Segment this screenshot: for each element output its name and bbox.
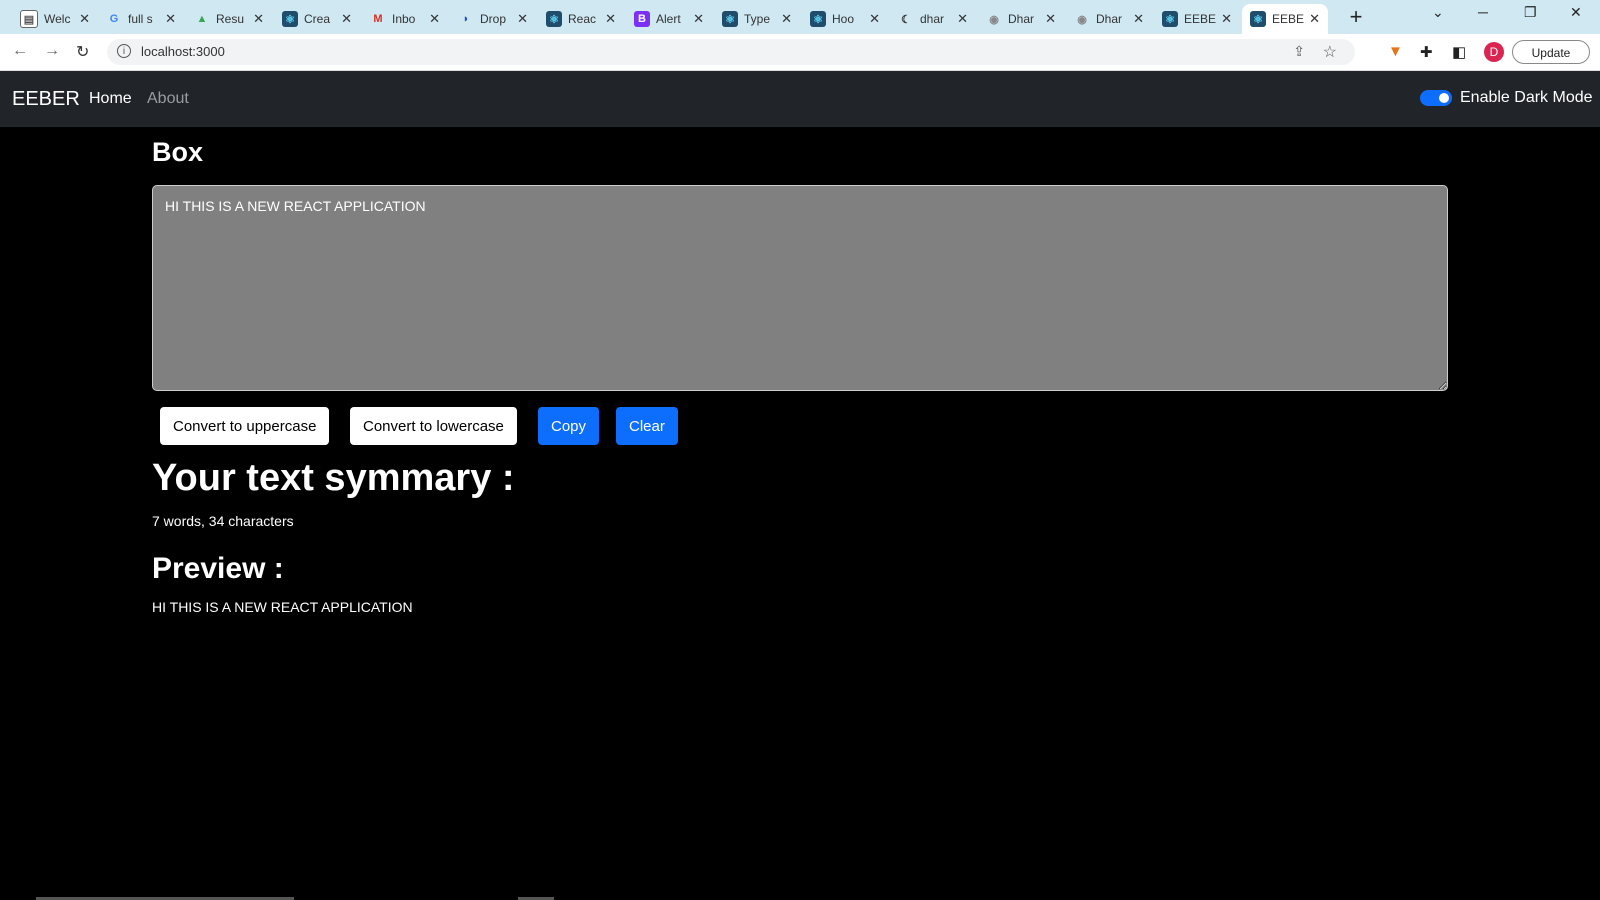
browser-tab[interactable]: ◉ Dhar ✕ (1066, 4, 1152, 34)
summary-stats: 7 words, 34 characters (152, 513, 294, 529)
close-icon[interactable]: ✕ (1221, 11, 1232, 27)
browser-tab[interactable]: ▲ Resu ✕ (186, 4, 272, 34)
react-icon: ⚛ (546, 11, 562, 27)
react-icon: ⚛ (1250, 11, 1266, 27)
copy-button[interactable]: Copy (538, 407, 600, 445)
update-button[interactable]: Update (1512, 40, 1590, 64)
react-icon: ⚛ (722, 11, 738, 27)
close-icon[interactable]: ✕ (693, 11, 704, 27)
extensions-icon[interactable]: ✚ (1420, 43, 1433, 61)
restore-icon[interactable]: ❐ (1524, 4, 1537, 21)
browser-tab[interactable]: ⚛ EEBE ✕ (1154, 4, 1240, 34)
browser-tab[interactable]: G full s ✕ (98, 4, 184, 34)
minimize-icon[interactable]: ─ (1478, 4, 1488, 20)
clear-button[interactable]: Clear (616, 407, 678, 445)
browser-tab-active[interactable]: ⚛ EEBE ✕ (1242, 4, 1328, 34)
back-icon[interactable]: ← (12, 42, 28, 60)
close-icon[interactable]: ✕ (1309, 11, 1320, 27)
nav-link-home[interactable]: Home (89, 90, 132, 108)
google-icon: G (109, 13, 119, 25)
react-icon: ⚛ (1162, 11, 1178, 27)
close-icon[interactable]: ✕ (165, 11, 176, 27)
browser-tab[interactable]: ◗ Drop ✕ (450, 4, 536, 34)
close-icon[interactable]: ✕ (1045, 11, 1056, 27)
github-icon: ◉ (989, 13, 999, 26)
close-icon[interactable]: ✕ (605, 11, 616, 27)
browser-tab[interactable]: ▤ Welc ✕ (12, 4, 98, 34)
address-bar[interactable]: i localhost:3000 ⇪ ☆ (107, 39, 1355, 65)
preview-heading: Preview : (152, 552, 284, 585)
close-icon[interactable]: ✕ (781, 11, 792, 27)
drive-icon: ▲ (196, 13, 208, 25)
browser-tab-strip: ▤ Welc ✕ G full s ✕ ▲ Resu ✕ ⚛ Crea ✕ M … (0, 0, 1600, 34)
browser-tab[interactable]: ⚛ Type ✕ (714, 4, 800, 34)
profile-avatar[interactable]: D (1484, 42, 1504, 62)
close-icon[interactable]: ✕ (957, 11, 968, 27)
forward-icon[interactable]: → (44, 42, 60, 60)
summary-heading: Your text symmary : (152, 457, 515, 499)
toggle-knob (1439, 93, 1449, 103)
browser-tab[interactable]: M Inbo ✕ (362, 4, 448, 34)
preview-text: HI THIS IS A NEW REACT APPLICATION (152, 599, 413, 615)
react-icon: ⚛ (810, 11, 826, 27)
browser-toolbar: ← → ↻ i localhost:3000 ⇪ ☆ ▼ ✚ ◧ (0, 34, 1600, 71)
close-icon[interactable]: ✕ (1133, 11, 1144, 27)
info-icon[interactable]: i (117, 44, 131, 58)
url-text[interactable]: localhost:3000 (141, 44, 225, 59)
close-icon[interactable]: ✕ (869, 11, 880, 27)
close-window-icon[interactable]: ✕ (1570, 4, 1582, 21)
app-navbar: EEBER Home About Enable Dark Mode (0, 71, 1600, 127)
metamask-icon[interactable]: ▼ (1388, 43, 1403, 60)
close-icon[interactable]: ✕ (429, 11, 440, 27)
new-tab-button[interactable]: + (1343, 4, 1369, 30)
github-icon: ◉ (1077, 13, 1087, 26)
share-icon[interactable]: ⇪ (1293, 43, 1305, 60)
browser-tab[interactable]: ◉ Dhar ✕ (978, 4, 1064, 34)
dark-mode-toggle[interactable] (1420, 90, 1452, 106)
close-icon[interactable]: ✕ (253, 11, 264, 27)
bootstrap-icon: B (634, 11, 650, 27)
react-icon: ⚛ (282, 11, 298, 27)
navbar-brand[interactable]: EEBER (12, 88, 80, 111)
close-icon[interactable]: ✕ (341, 11, 352, 27)
drop-icon: ◗ (462, 13, 470, 25)
dark-mode-label[interactable]: Enable Dark Mode (1460, 89, 1593, 107)
lowercase-button[interactable]: Convert to lowercase (350, 407, 517, 445)
moon-icon: ☾ (901, 13, 911, 26)
close-icon[interactable]: ✕ (517, 11, 528, 27)
browser-tab[interactable]: ⚛ Reac ✕ (538, 4, 624, 34)
text-input-area[interactable]: HI THIS IS A NEW REACT APPLICATION (152, 185, 1448, 391)
browser-tab[interactable]: ⚛ Crea ✕ (274, 4, 360, 34)
reload-icon[interactable]: ↻ (76, 42, 89, 62)
browser-tab[interactable]: B Alert ✕ (626, 4, 712, 34)
bookmark-star-icon[interactable]: ☆ (1323, 42, 1337, 62)
page-icon: ▤ (20, 10, 38, 28)
browser-tab[interactable]: ☾ dhar ✕ (890, 4, 976, 34)
tab-search-icon[interactable]: ⌄ (1432, 4, 1444, 21)
close-icon[interactable]: ✕ (79, 11, 90, 27)
browser-tab[interactable]: ⚛ Hoo ✕ (802, 4, 888, 34)
page-title: Box (152, 137, 204, 167)
gmail-icon: M (373, 13, 383, 25)
uppercase-button[interactable]: Convert to uppercase (160, 407, 330, 445)
nav-link-about[interactable]: About (147, 90, 189, 108)
side-panel-icon[interactable]: ◧ (1452, 43, 1466, 61)
